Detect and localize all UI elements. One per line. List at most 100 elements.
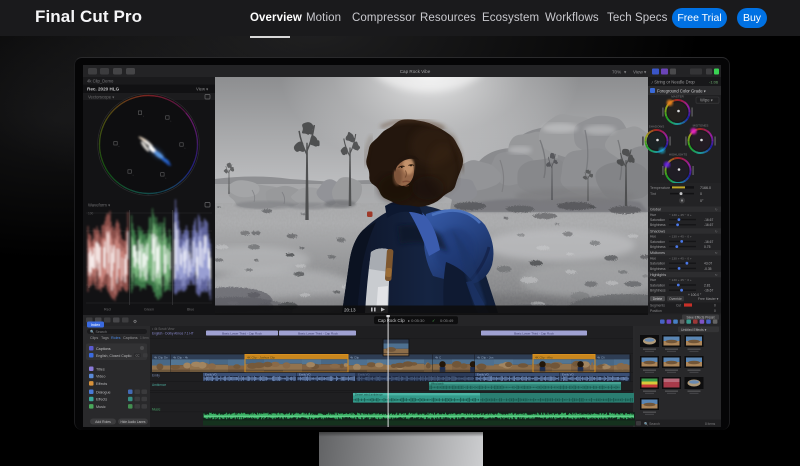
svg-text:-0.35: -0.35	[704, 267, 712, 271]
svg-text:0: 0	[714, 309, 716, 313]
svg-text:Temperature: Temperature	[650, 186, 670, 190]
svg-text:Position: Position	[650, 309, 662, 313]
svg-text:4k Clip De: 4k Clip De	[154, 355, 168, 359]
svg-text:-16.67: -16.67	[704, 240, 714, 244]
svg-text:Roles: Roles	[111, 336, 121, 340]
svg-text:Blue: Blue	[187, 308, 194, 312]
svg-text:Desert wind ambience: Desert wind ambience	[355, 393, 383, 397]
svg-text:− 130 + 45 − 0 +: − 130 + 45 − 0 +	[669, 213, 692, 217]
svg-text:4k Clip - Jos: 4k Clip - Jos	[477, 355, 494, 359]
svg-text:Untitled Effects ▾: Untitled Effects ▾	[681, 328, 707, 332]
svg-text:4k Clip: 4k Clip	[350, 355, 360, 359]
svg-text:-1:06: -1:06	[709, 80, 719, 85]
svg-text:⚙: ⚙	[133, 319, 137, 324]
svg-text:✓: ✓	[432, 318, 435, 323]
svg-text:🔍 Search: 🔍 Search	[90, 329, 107, 334]
svg-text:Global: Global	[650, 208, 661, 212]
svg-text:Index: Index	[91, 323, 100, 327]
svg-text:Hue: Hue	[650, 256, 656, 260]
svg-text:SHADOWS: SHADOWS	[649, 124, 665, 128]
svg-text:↻: ↻	[715, 208, 718, 212]
svg-text:Tags: Tags	[101, 336, 109, 340]
svg-text:Saturation: Saturation	[650, 262, 665, 266]
svg-text:•: •	[133, 174, 134, 177]
svg-text:0: 0	[714, 304, 716, 308]
svg-text:4K Clip - Afro: 4K Clip - Afro	[535, 355, 553, 359]
svg-text:Hue: Hue	[650, 278, 656, 282]
svg-text:Emily VO: Emily VO	[358, 373, 370, 377]
svg-text:↻: ↻	[715, 273, 718, 277]
svg-text:4k Cli: 4k Cli	[597, 355, 605, 359]
svg-text:4k C: 4k C	[435, 355, 442, 359]
svg-text:70%: 70%	[612, 70, 621, 75]
svg-text:Saturation: Saturation	[650, 240, 665, 244]
svg-text:− 130 + 45 − 0 +: − 130 + 45 − 0 +	[669, 235, 692, 239]
svg-text:Segments: Segments	[650, 304, 665, 308]
svg-text:-16.67: -16.67	[704, 223, 714, 227]
svg-text:4k Clip_Demo: 4k Clip_Demo	[87, 79, 114, 84]
svg-text:View ▾: View ▾	[196, 87, 208, 92]
svg-text:Music: Music	[96, 405, 106, 409]
svg-text:Saturation: Saturation	[650, 218, 665, 222]
svg-text:-16.67: -16.67	[704, 289, 714, 293]
svg-text:4K Clip - Joshua Clip: 4K Clip - Joshua Clip	[247, 355, 275, 359]
svg-text:Saturation: Saturation	[650, 283, 665, 287]
svg-text:Emily VO: Emily VO	[562, 373, 574, 377]
svg-text:Hue: Hue	[650, 213, 656, 217]
svg-text:Brightness: Brightness	[650, 223, 666, 227]
svg-text:Shadows: Shadows	[650, 229, 665, 233]
svg-text:•: •	[170, 120, 171, 123]
svg-text:Wind amb: Wind amb	[431, 382, 444, 386]
svg-text:♪ String or Needle Drop: ♪ String or Needle Drop	[651, 80, 695, 85]
svg-text:Vectorscope ▾: Vectorscope ▾	[88, 95, 114, 100]
svg-text:MASTER: MASTER	[671, 94, 684, 98]
svg-text:MIDTONES: MIDTONES	[693, 123, 709, 127]
svg-text:↻: ↻	[715, 251, 718, 255]
svg-text:•: •	[165, 177, 166, 180]
svg-text:CC: CC	[135, 353, 139, 357]
svg-text:Emily: Emily	[152, 374, 160, 378]
svg-text:Delete: Delete	[653, 297, 663, 301]
svg-text:🔍 Search: 🔍 Search	[644, 421, 660, 426]
svg-text:•: •	[143, 115, 144, 118]
svg-text:Waveform ▾: Waveform ▾	[88, 203, 110, 208]
svg-text:Rec. 2020 HLG: Rec. 2020 HLG	[87, 87, 120, 92]
svg-text:Cut: Cut	[676, 304, 681, 308]
svg-text:Add Roles: Add Roles	[95, 420, 111, 424]
svg-text:− 130 + 45 − 0 +: − 130 + 45 − 0 +	[669, 278, 692, 282]
svg-text:Free Master ▾: Free Master ▾	[698, 297, 719, 301]
svg-text:1 item: 1 item	[140, 336, 149, 340]
svg-text:-16.67: -16.67	[704, 218, 714, 222]
svg-text:Foreground Color Grade ▾: Foreground Color Grade ▾	[657, 89, 706, 94]
svg-text:4k Clip - 4k: 4k Clip - 4k	[173, 355, 189, 359]
svg-text:Hide Audio Lanes: Hide Audio Lanes	[121, 420, 146, 424]
svg-text:Basic Lower Third - Cap Rock: Basic Lower Third - Cap Rock	[514, 331, 554, 335]
svg-text:Red: Red	[104, 308, 111, 312]
svg-text:Highlights: Highlights	[650, 273, 666, 277]
svg-text:• 4k Scrub View: • 4k Scrub View	[152, 327, 175, 331]
svg-text:Brightness: Brightness	[650, 289, 666, 293]
svg-text:7166.0: 7166.0	[700, 186, 711, 190]
svg-text:Dialogue: Dialogue	[96, 390, 111, 394]
svg-text:Midtones: Midtones	[650, 251, 665, 255]
svg-text:Green: Green	[144, 308, 154, 312]
svg-text:Titles: Titles	[96, 367, 105, 371]
svg-text:Save Effects Preset: Save Effects Preset	[687, 316, 715, 320]
svg-text:0.75: 0.75	[704, 245, 711, 249]
svg-text:HIGHLIGHTS: HIGHLIGHTS	[669, 152, 687, 156]
svg-text:Brightness: Brightness	[650, 245, 666, 249]
svg-text:Basic Lower Third - Cap Rock: Basic Lower Third - Cap Rock	[222, 331, 262, 335]
svg-text:View: View	[633, 70, 644, 75]
svg-text:Basic Lower Third - Cap Rock: Basic Lower Third - Cap Rock	[298, 331, 338, 335]
svg-text:Wipe ▾: Wipe ▾	[700, 98, 713, 103]
svg-text:Ambience: Ambience	[152, 383, 166, 387]
svg-text:8 items: 8 items	[705, 422, 716, 426]
svg-text:↻: ↻	[715, 229, 718, 233]
svg-text:•: •	[185, 147, 186, 150]
svg-text:0°: 0°	[700, 199, 704, 203]
svg-text:− 130 + 45 − 0 +: − 130 + 45 − 0 +	[669, 256, 692, 260]
svg-text:Cap Rock Vibe: Cap Rock Vibe	[400, 69, 431, 74]
svg-text:Effects: Effects	[96, 382, 107, 386]
svg-text:Captions: Captions	[96, 347, 111, 351]
svg-text:43.07: 43.07	[704, 262, 712, 266]
